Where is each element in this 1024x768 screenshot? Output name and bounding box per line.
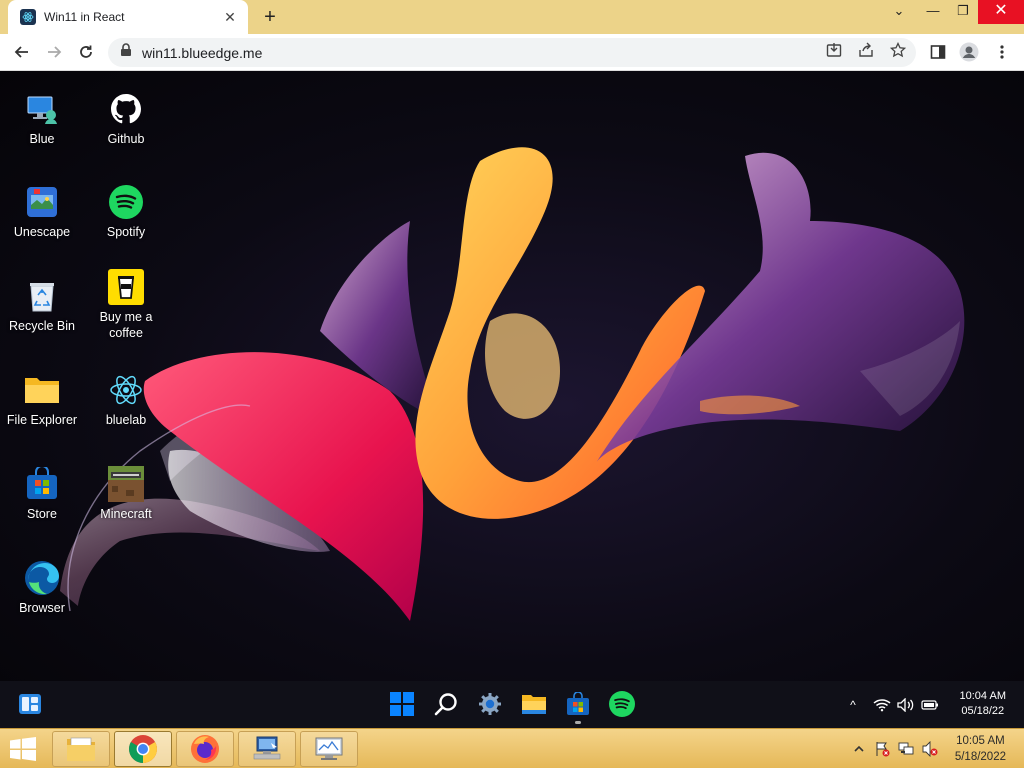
lock-icon <box>120 43 132 62</box>
menu-kebab-icon[interactable] <box>991 41 1013 63</box>
tray-chevron-icon[interactable]: ^ <box>846 695 860 715</box>
wifi-icon[interactable] <box>872 695 892 715</box>
desktop-icon-github[interactable]: Github <box>84 91 168 147</box>
desktop-icon-label: Store <box>27 507 57 521</box>
desktop-icon-label: Github <box>107 132 145 146</box>
close-button[interactable]: ✕ <box>978 0 1024 24</box>
github-icon <box>108 91 144 127</box>
spotify-icon[interactable] <box>608 690 636 718</box>
volume-icon[interactable] <box>896 695 916 715</box>
desktop-icon-file-explorer[interactable]: File Explorer <box>0 372 84 428</box>
address-bar[interactable]: win11.blueedge.me <box>108 38 916 67</box>
host-network-status-icon[interactable] <box>897 741 915 757</box>
install-app-icon[interactable] <box>825 41 843 59</box>
browser-toolbar: win11.blueedge.me <box>0 34 1024 71</box>
host-date: 5/18/2022 <box>954 751 1006 763</box>
side-panel-icon[interactable] <box>927 41 949 63</box>
store-icon <box>24 466 60 502</box>
desktop-icon-bluelab[interactable]: bluelab <box>84 372 168 428</box>
file-manager-icon <box>67 737 95 761</box>
unescape-icon <box>24 184 60 220</box>
coffee-icon <box>108 269 144 305</box>
windows-logo-icon <box>10 737 36 761</box>
host-firefox-button[interactable] <box>176 731 234 767</box>
browser-tab[interactable]: Win11 in React ✕ <box>8 0 248 34</box>
win11-taskbar: ^ 10:04 AM 05/18/22 <box>0 681 1024 728</box>
react-favicon-icon <box>20 9 36 25</box>
desktop: Blue Github Unescape Spotify Recycle Bin… <box>0 71 1024 681</box>
recycle-bin-icon <box>24 278 60 314</box>
desktop-icon-label: bluelab <box>105 413 147 427</box>
desktop-icon-unescape[interactable]: Unescape <box>0 184 84 240</box>
battery-icon[interactable] <box>920 695 940 715</box>
profile-avatar-icon[interactable] <box>958 41 980 63</box>
windows-start-icon[interactable] <box>388 690 416 718</box>
settings-icon[interactable] <box>476 690 504 718</box>
back-arrow-icon[interactable] <box>10 40 34 64</box>
widgets-icon[interactable] <box>16 690 44 718</box>
firefox-icon <box>191 735 219 763</box>
action-center-flag-icon[interactable] <box>873 741 891 757</box>
tab-strip: Win11 in React ✕ + ⌄ — ❐ ✕ <box>0 0 1024 34</box>
bookmark-star-icon[interactable] <box>889 41 907 59</box>
file-explorer-icon[interactable] <box>520 690 548 718</box>
desktop-icon-label: Minecraft <box>100 507 152 521</box>
desktop-icon-label: File Explorer <box>6 413 78 427</box>
chrome-icon <box>129 735 157 763</box>
tab-close-icon[interactable]: ✕ <box>222 9 238 26</box>
minecraft-icon <box>108 466 144 502</box>
edge-icon <box>24 560 60 596</box>
desktop-icon-spotify[interactable]: Spotify <box>84 184 168 240</box>
host-clock[interactable]: 10:05 AM 5/18/2022 <box>955 733 1006 765</box>
spotify-icon <box>108 184 144 220</box>
host-monitor-button[interactable] <box>300 731 358 767</box>
desktop-icon-blue[interactable]: Blue <box>0 91 84 147</box>
tab-title: Win11 in React <box>44 10 125 24</box>
desktop-icon-recycle-bin[interactable]: Recycle Bin <box>0 278 84 334</box>
monitor-icon <box>315 737 343 760</box>
desktop-icon-label: Unescape <box>13 225 71 239</box>
host-file-manager-button[interactable] <box>52 731 110 767</box>
desktop-icon-browser[interactable]: Browser <box>0 560 84 616</box>
win11-date: 05/18/22 <box>961 705 1005 717</box>
reload-icon[interactable] <box>74 40 98 64</box>
desktop-icon-label: Spotify <box>106 225 146 239</box>
host-time: 10:05 AM <box>956 735 1005 747</box>
host-network-button[interactable] <box>238 731 296 767</box>
desktop-icon-store[interactable]: Store <box>0 466 84 522</box>
desktop-icon-label: Buy me a coffee <box>99 310 153 340</box>
minimize-icon[interactable]: — <box>916 0 950 24</box>
restore-button[interactable]: ❐ <box>946 0 980 24</box>
desktop-icon-label: Recycle Bin <box>9 319 75 333</box>
host-tray-arrow-icon[interactable] <box>850 741 868 757</box>
share-icon[interactable] <box>857 41 875 59</box>
url-text: win11.blueedge.me <box>142 44 263 61</box>
desktop-icon-buy-me-a-coffee[interactable]: Buy me a coffee <box>84 269 168 341</box>
react-icon <box>108 372 144 408</box>
network-computer-icon <box>253 736 281 760</box>
forward-arrow-icon[interactable] <box>42 40 66 64</box>
win11-time: 10:04 AM <box>959 690 1006 702</box>
host-volume-muted-icon[interactable] <box>921 741 939 757</box>
host-taskbar: 10:05 AM 5/18/2022 <box>0 728 1024 768</box>
folder-icon <box>24 372 60 408</box>
desktop-icon-minecraft[interactable]: Minecraft <box>84 466 168 522</box>
windows-start-button[interactable] <box>6 735 40 763</box>
store-icon[interactable] <box>564 690 592 718</box>
active-app-indicator <box>575 721 581 724</box>
minimize-button[interactable]: ⌄ <box>882 0 916 24</box>
win11-clock[interactable]: 10:04 AM 05/18/22 <box>960 689 1006 719</box>
desktop-icon-label: Blue <box>29 132 55 146</box>
search-icon[interactable] <box>432 690 460 718</box>
host-chrome-button[interactable] <box>114 731 172 767</box>
new-tab-button[interactable]: + <box>258 5 282 29</box>
desktop-icon-label: Browser <box>19 601 65 615</box>
blue-pc-icon <box>24 91 60 127</box>
